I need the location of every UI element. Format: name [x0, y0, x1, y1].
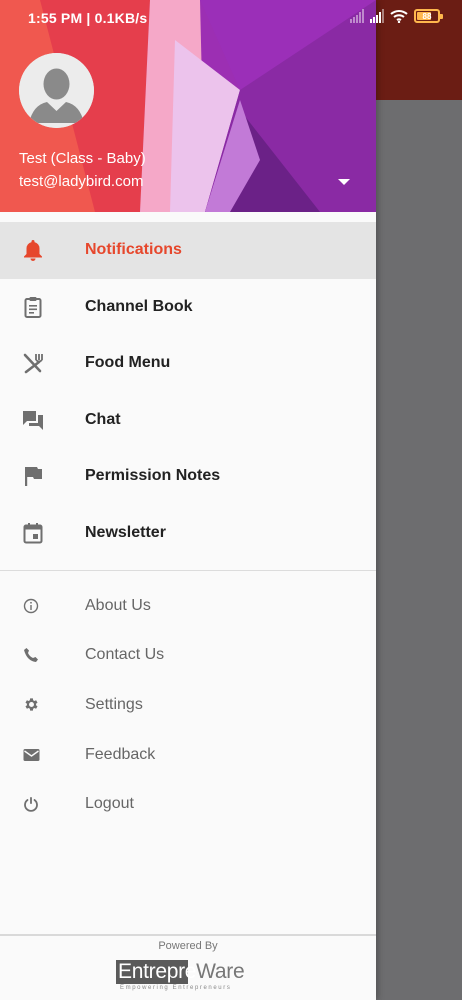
brand-name-part2: Ware: [196, 960, 245, 983]
menu-item-label: Logout: [85, 795, 134, 813]
menu-item-label: About Us: [85, 596, 151, 614]
drawer-footer: Powered By EntrepreWare Empowering Entre…: [0, 934, 376, 1000]
menu-item-label: Contact Us: [85, 646, 165, 664]
mail-icon: [22, 746, 40, 764]
fork-knife-icon: [22, 352, 44, 374]
menu-item-logout[interactable]: Logout: [0, 779, 376, 829]
menu-item-feedback[interactable]: Feedback: [0, 730, 376, 780]
bell-icon: [22, 239, 44, 262]
brand-tagline: Empowering Entrepreneurs: [120, 985, 232, 991]
menu-item-about-us[interactable]: About Us: [0, 581, 376, 631]
chat-icon: [22, 409, 44, 431]
signal-2-icon: [370, 9, 384, 23]
powered-by-label: Powered By: [158, 940, 218, 952]
menu-item-label: Settings: [85, 695, 143, 713]
phone-icon: [22, 646, 40, 664]
drawer-scrim[interactable]: [376, 100, 462, 1000]
user-email: test@ladybird.com: [19, 173, 144, 190]
menu-item-label: Feedback: [85, 745, 156, 763]
power-icon: [22, 795, 40, 813]
menu-item-contact-us[interactable]: Contact Us: [0, 631, 376, 681]
status-time-speed: 1:55 PM | 0.1KB/s: [28, 10, 148, 26]
menu-item-label: Notifications: [85, 241, 182, 259]
brand-name-part1: Entrepre: [118, 960, 197, 983]
background-app-bar: [376, 34, 462, 100]
menu-item-label: Chat: [85, 410, 121, 428]
menu-divider: [0, 570, 376, 571]
menu-item-label: Newsletter: [85, 523, 166, 541]
status-icons: 88: [350, 9, 443, 23]
menu-item-label: Channel Book: [85, 297, 193, 315]
account-dropdown-icon[interactable]: [336, 177, 352, 187]
navigation-drawer: Test (Class - Baby) test@ladybird.com No…: [0, 0, 376, 1000]
battery-level: 88: [422, 11, 432, 21]
battery-icon: 88: [414, 9, 443, 23]
menu-item-channel-book[interactable]: Channel Book: [0, 279, 376, 336]
clipboard-icon: [22, 296, 44, 318]
menu-item-food-menu[interactable]: Food Menu: [0, 335, 376, 392]
menu-item-chat[interactable]: Chat: [0, 392, 376, 449]
menu-item-settings[interactable]: Settings: [0, 680, 376, 730]
menu-item-newsletter[interactable]: Newsletter: [0, 505, 376, 562]
menu-item-notifications[interactable]: Notifications: [0, 222, 376, 279]
status-bar: 1:55 PM | 0.1KB/s 88: [0, 0, 462, 34]
user-avatar[interactable]: [19, 53, 94, 128]
gear-icon: [22, 696, 40, 714]
menu-item-label: Food Menu: [85, 354, 171, 372]
brand-logo: EntrepreWare Empowering Entrepreneurs: [116, 960, 258, 991]
signal-1-icon: [350, 9, 364, 23]
user-name: Test (Class - Baby): [19, 150, 146, 167]
info-icon: [22, 597, 40, 615]
calendar-icon: [22, 522, 44, 544]
menu-item-permission-notes[interactable]: Permission Notes: [0, 448, 376, 505]
person-icon: [19, 53, 94, 128]
wifi-icon: [390, 10, 408, 23]
drawer-menu: Notifications Channel Book Food Menu Cha…: [0, 222, 376, 829]
flag-icon: [22, 465, 44, 487]
menu-item-label: Permission Notes: [85, 467, 221, 485]
